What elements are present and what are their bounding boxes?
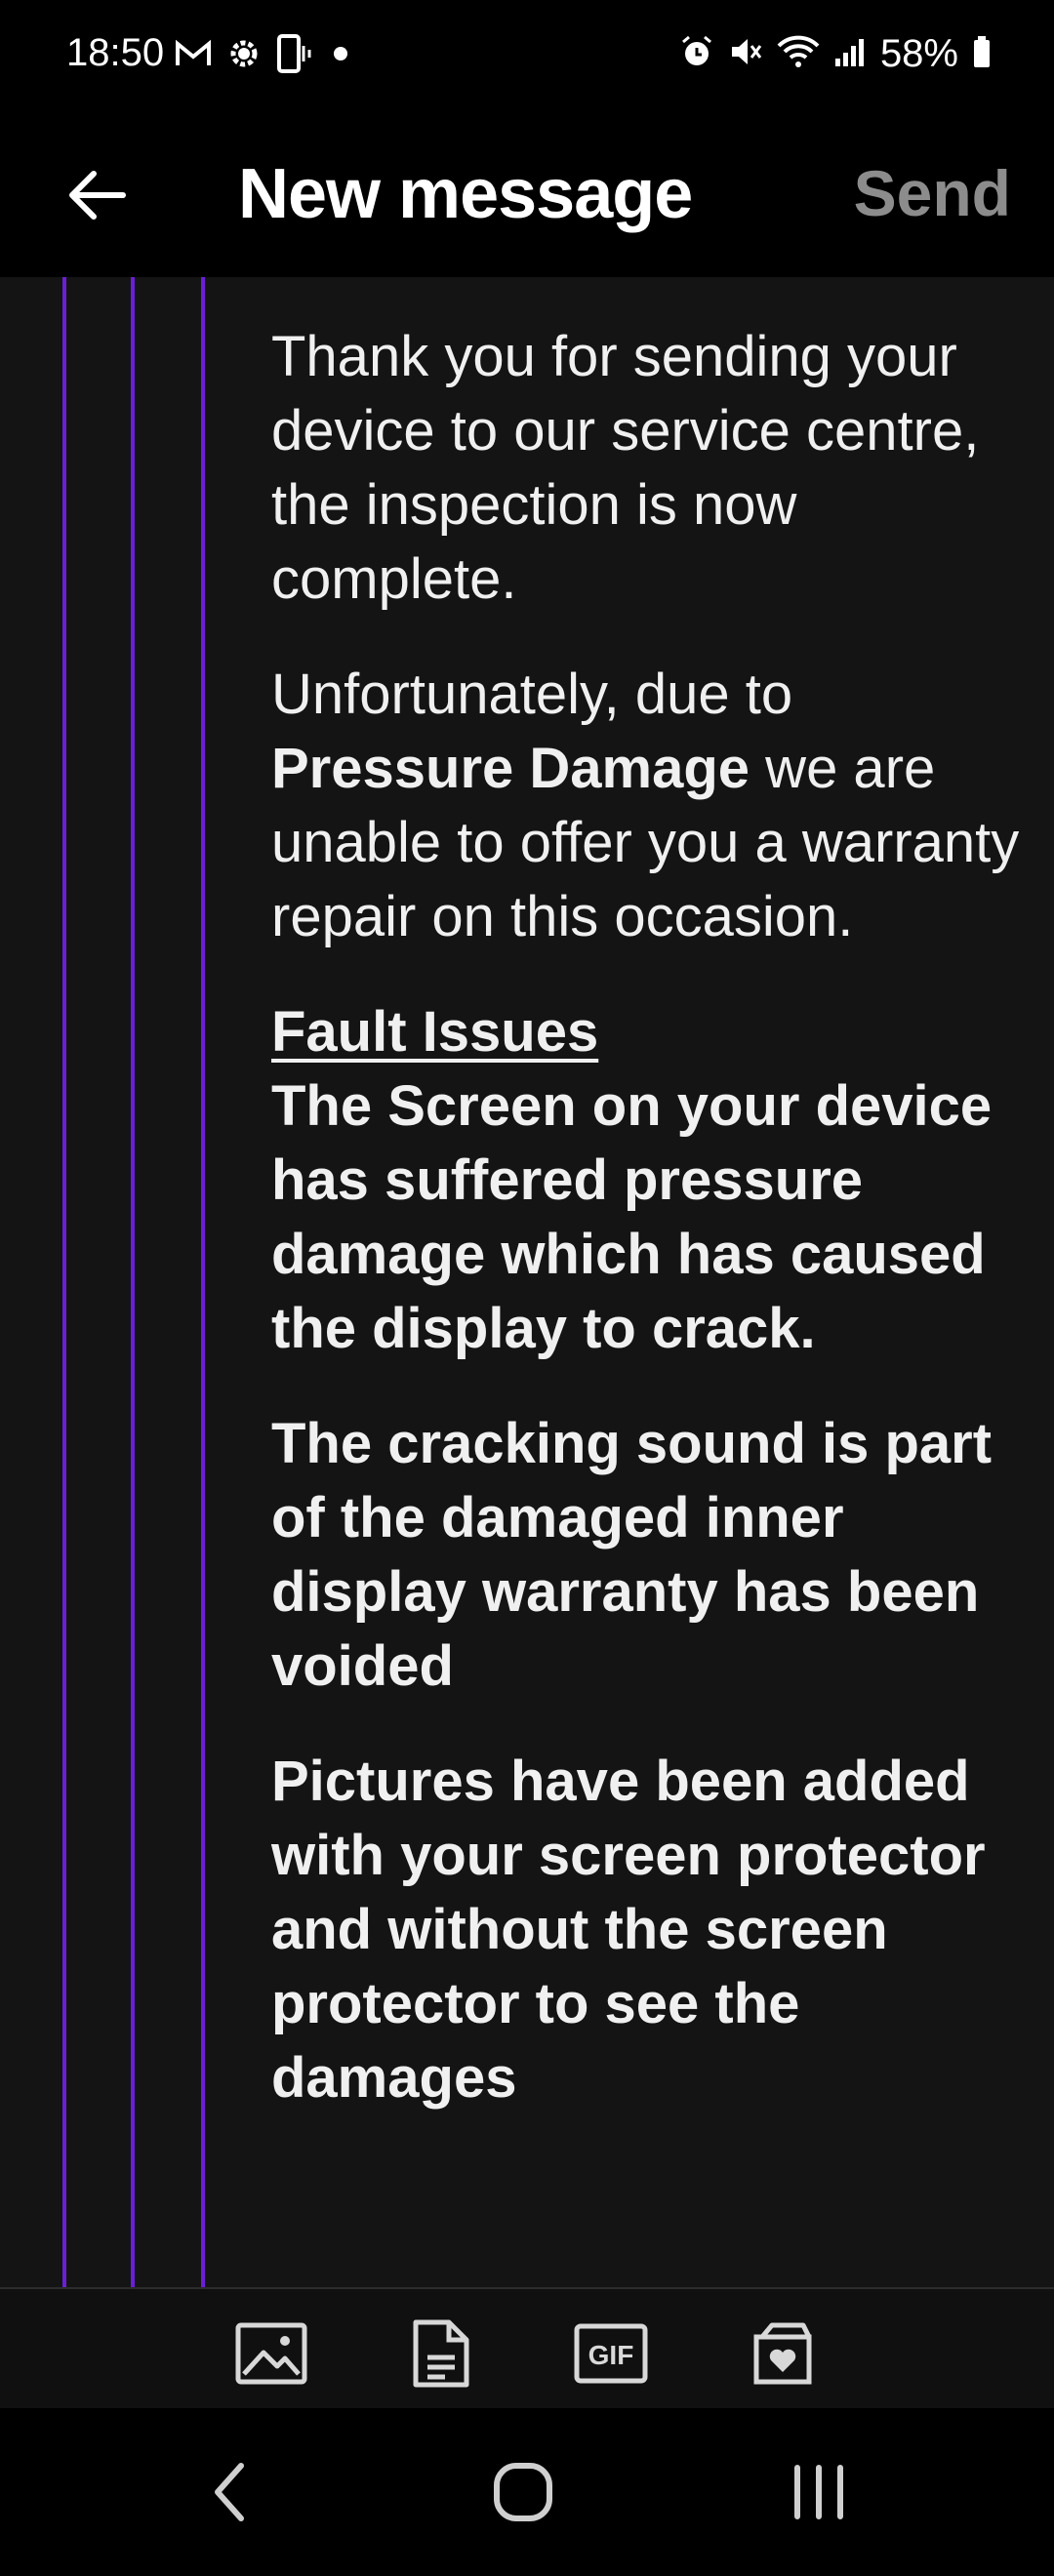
back-arrow-icon bbox=[69, 171, 126, 220]
message-paragraph: The cracking sound is part of the damage… bbox=[271, 1412, 993, 1698]
pressure-damage-text: Pressure Damage bbox=[271, 737, 750, 800]
battery-percentage: 58% bbox=[879, 31, 958, 75]
back-button[interactable] bbox=[55, 154, 137, 236]
page-title: New message bbox=[238, 155, 693, 233]
status-right: 58% bbox=[679, 31, 992, 76]
message-paragraph: Pictures have been added with your scree… bbox=[271, 1750, 986, 2110]
system-navigation-bar bbox=[0, 2408, 1054, 2576]
attachment-toolbar: GIF bbox=[0, 2287, 1054, 2408]
message-paragraph: Unfortunately, due to Pressure Damage we… bbox=[271, 658, 1042, 954]
fault-section: Fault Issues The Screen on your device ha… bbox=[271, 995, 1042, 1366]
message-compose-area[interactable]: Thank you for sending your device to our… bbox=[0, 277, 1054, 2287]
gif-label: GIF bbox=[588, 2340, 634, 2370]
notification-dot-icon bbox=[326, 44, 355, 68]
gif-icon[interactable]: GIF bbox=[574, 2318, 648, 2389]
document-icon[interactable] bbox=[404, 2318, 478, 2389]
wifi-icon bbox=[777, 34, 820, 74]
battery-icon bbox=[972, 35, 992, 73]
image-icon[interactable] bbox=[234, 2318, 308, 2389]
recent-back-icon[interactable] bbox=[176, 2451, 283, 2533]
alarm-icon bbox=[679, 34, 714, 74]
fault-heading: Fault Issues bbox=[271, 1000, 599, 1064]
quote-line bbox=[62, 277, 66, 2287]
message-paragraph: Thank you for sending your device to our… bbox=[271, 325, 980, 611]
fault-text: The Screen on your device has suffered p… bbox=[271, 1074, 993, 1360]
message-body[interactable]: Thank you for sending your device to our… bbox=[271, 320, 1042, 2156]
home-icon[interactable] bbox=[469, 2451, 577, 2533]
quote-line bbox=[201, 277, 205, 2287]
sticker-icon[interactable] bbox=[746, 2318, 820, 2389]
status-time: 18:50 bbox=[66, 31, 165, 74]
quote-line bbox=[131, 277, 135, 2287]
gmail-icon bbox=[174, 38, 213, 74]
status-bar: 18:50 58% bbox=[0, 0, 1054, 115]
recents-icon[interactable] bbox=[765, 2451, 872, 2533]
send-button[interactable]: Send bbox=[854, 156, 1011, 230]
phone-vibrate-icon bbox=[275, 32, 314, 80]
mute-icon bbox=[728, 34, 763, 74]
paragraph-text: Unfortunately, due to bbox=[271, 663, 793, 726]
app-bar: New message Send bbox=[0, 115, 1054, 277]
settings-gear-icon bbox=[224, 34, 264, 78]
status-left-icons bbox=[174, 33, 355, 78]
signal-icon bbox=[833, 35, 867, 73]
